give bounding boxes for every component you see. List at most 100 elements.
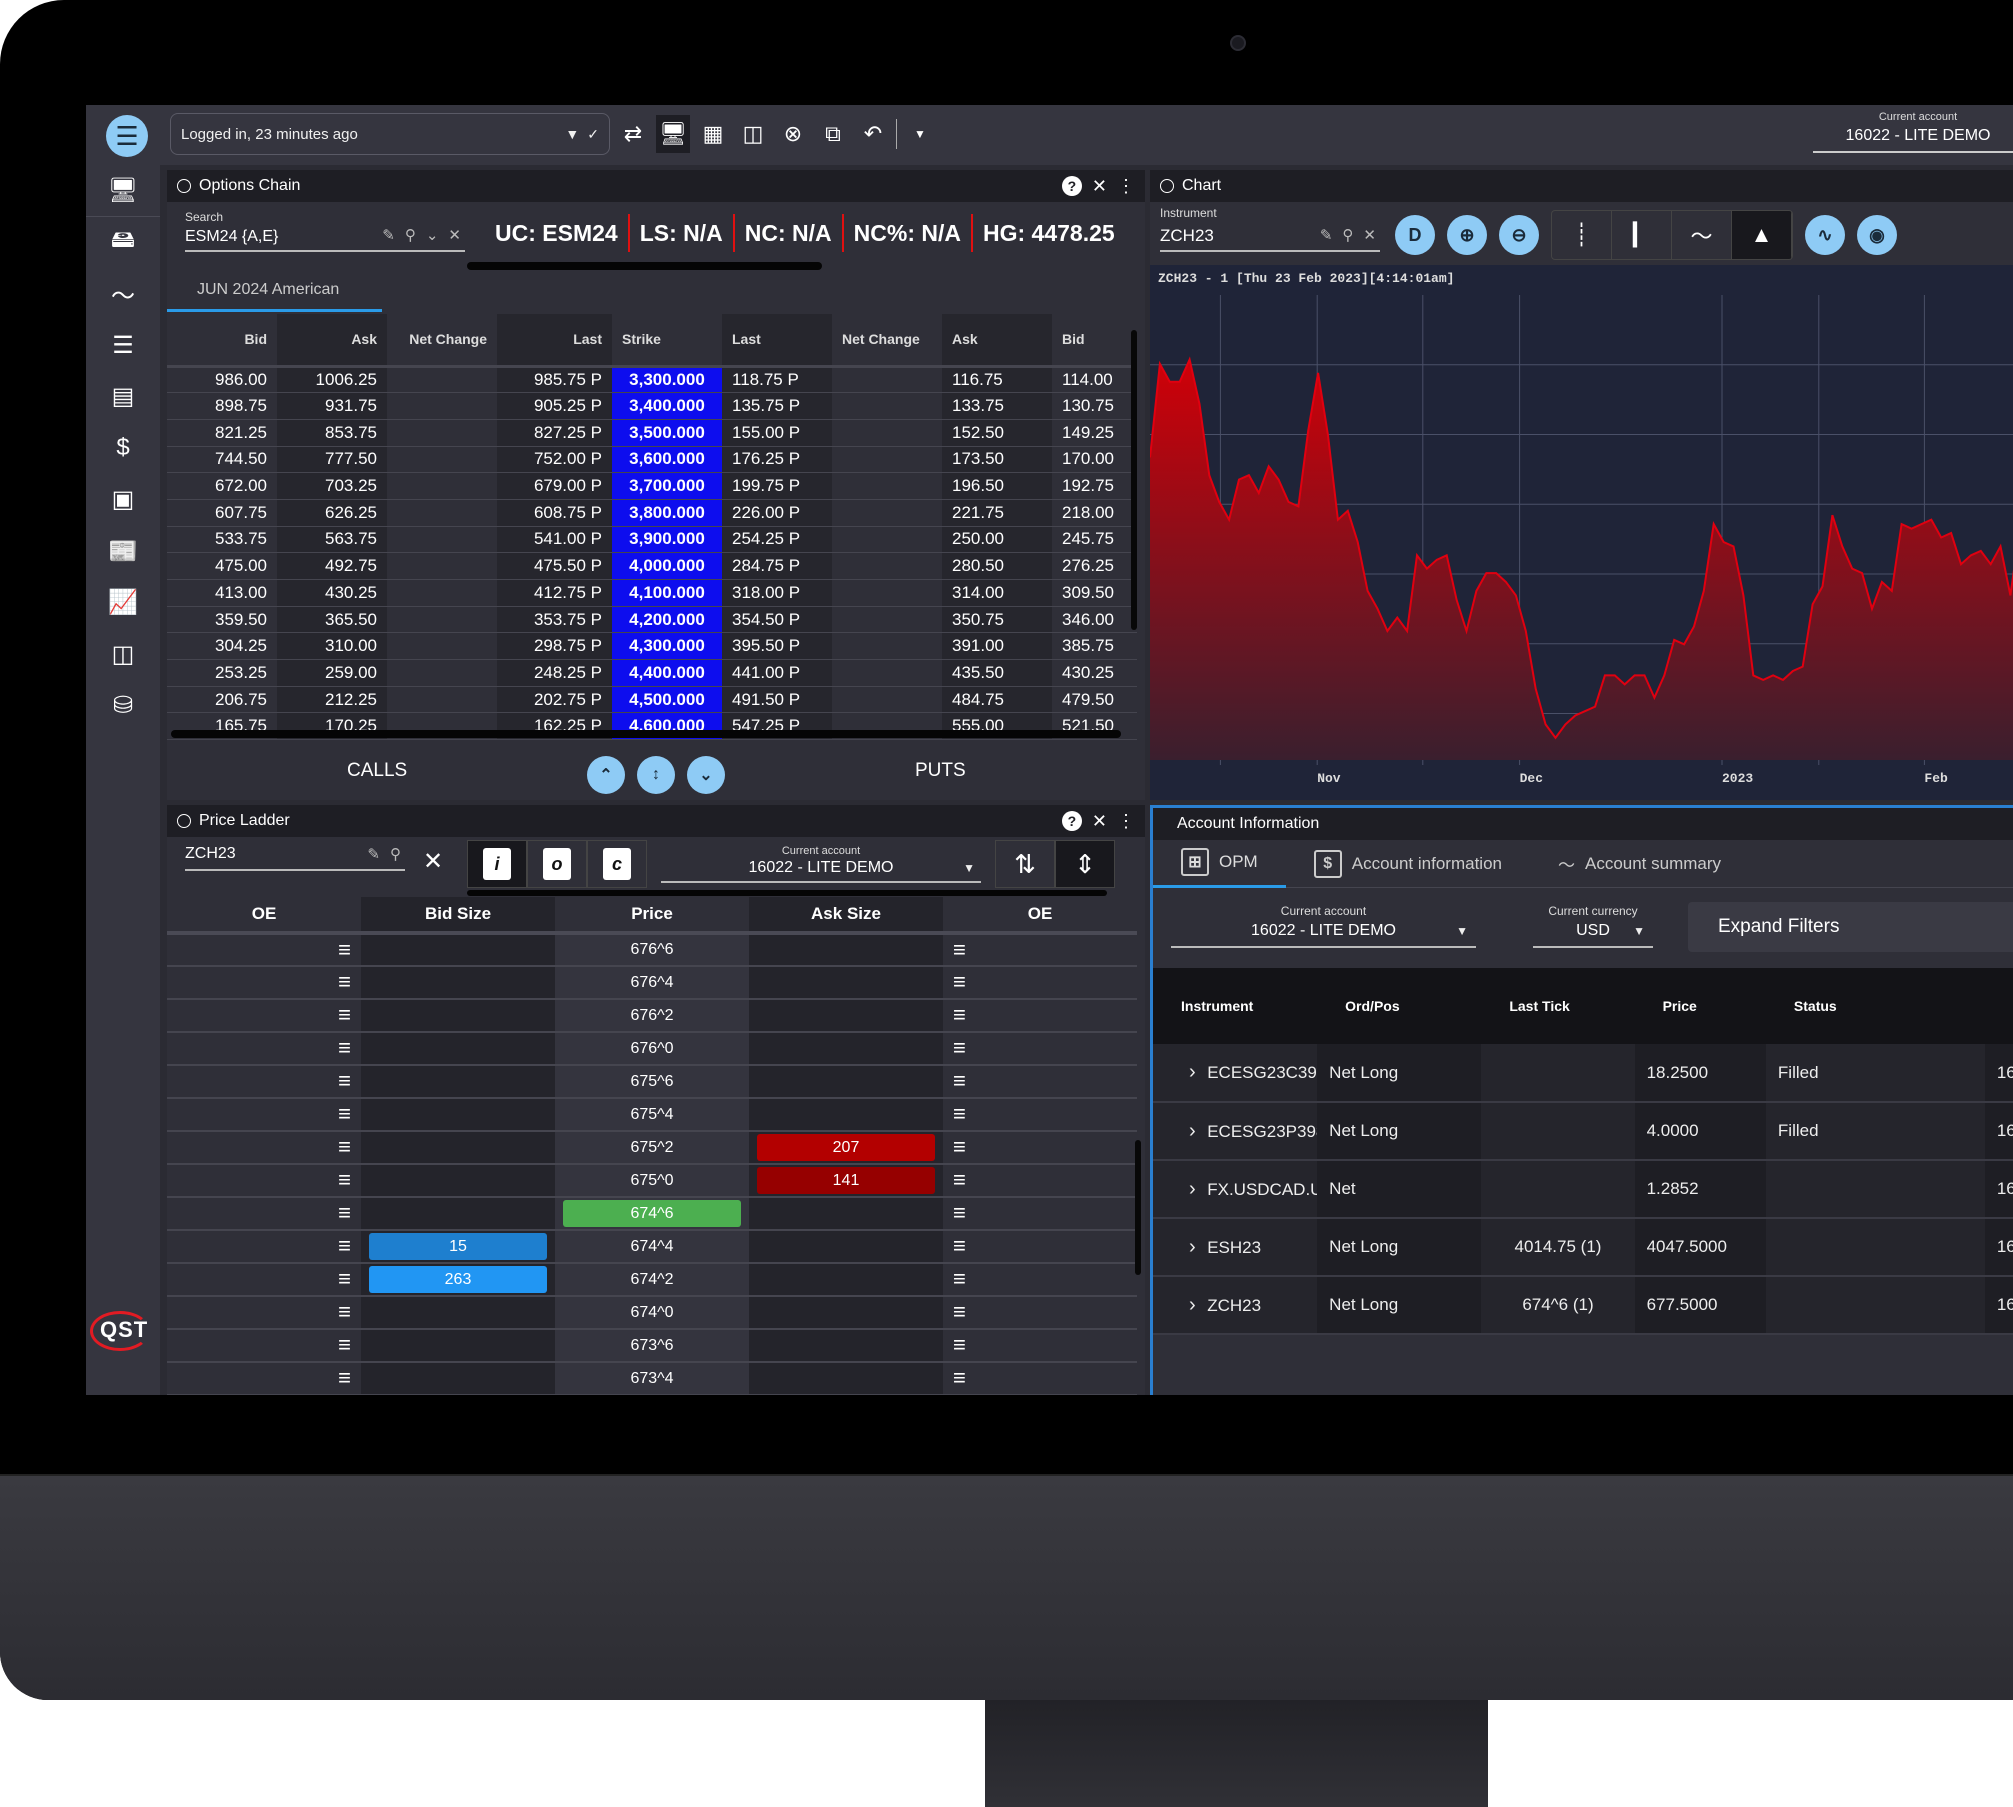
ask-size-cell[interactable]: [749, 1230, 943, 1264]
sidebar-item-chart[interactable]: 〜: [86, 268, 160, 320]
table-cell[interactable]: 905.25 P: [497, 392, 612, 420]
column-header[interactable]: Last: [722, 314, 832, 368]
table-cell[interactable]: [832, 472, 942, 500]
table-cell[interactable]: 346.00: [1052, 606, 1137, 634]
orders-book-button[interactable]: o: [527, 840, 587, 888]
chart-plot-area[interactable]: Nov Dec 2023 Feb ZCH23 - 1 [Thu 23 Feb 2023…: [1150, 265, 2013, 800]
price-cell[interactable]: 676^0: [555, 1032, 749, 1066]
bid-size-cell[interactable]: [361, 1329, 555, 1363]
line-chart-icon[interactable]: 〜: [1672, 211, 1732, 259]
search-icon[interactable]: ⚲: [1342, 226, 1353, 244]
date-icon[interactable]: D: [1395, 215, 1435, 255]
info-book-button[interactable]: i: [467, 840, 527, 888]
table-cell[interactable]: 441.00 P: [722, 659, 832, 687]
menu-icon[interactable]: ≡: [329, 1301, 351, 1323]
table-cell[interactable]: [832, 446, 942, 474]
candlestick-icon[interactable]: ▎: [1612, 211, 1672, 259]
table-row[interactable]: 475.00 492.75 475.50 P 4,000.000 284.75 P 280…: [167, 552, 1137, 580]
order-entry-left[interactable]: ≡: [167, 1131, 361, 1165]
bid-size-chip[interactable]: 263: [369, 1266, 547, 1293]
order-entry-right[interactable]: ≡: [943, 1065, 1137, 1099]
table-cell[interactable]: [387, 526, 497, 554]
main-menu-button[interactable]: ☰: [106, 115, 148, 157]
sidebar-item-network[interactable]: ⛁: [86, 680, 160, 732]
table-cell[interactable]: 350.75: [942, 606, 1052, 634]
column-header[interactable]: Bid: [167, 314, 277, 368]
stats-scrollbar[interactable]: [467, 262, 822, 270]
ask-size-cell[interactable]: [749, 1197, 943, 1231]
menu-icon[interactable]: ≡: [329, 938, 351, 961]
table-cell[interactable]: [832, 632, 942, 661]
sidebar-item-servers[interactable]: ◫: [86, 629, 160, 681]
ask-size-cell[interactable]: [749, 1032, 943, 1066]
menu-icon[interactable]: ≡: [329, 1169, 351, 1191]
edit-icon[interactable]: ✎: [1320, 226, 1333, 244]
table-cell[interactable]: › ECESG23P398: [1153, 1102, 1318, 1161]
menu-icon[interactable]: ≡: [953, 1136, 975, 1158]
price-cell[interactable]: 676^4: [555, 966, 749, 1000]
table-cell[interactable]: 607.75: [167, 499, 277, 527]
last-price-chip[interactable]: 674^6: [563, 1200, 741, 1227]
order-entry-left[interactable]: ≡: [167, 1362, 361, 1395]
table-cell[interactable]: [387, 552, 497, 580]
strike-cell[interactable]: 3,400.000: [612, 392, 722, 420]
checkmark-icon[interactable]: ✓: [587, 126, 599, 143]
menu-icon[interactable]: ≡: [953, 1070, 975, 1092]
table-cell[interactable]: 491.50 P: [722, 686, 832, 714]
table-cell[interactable]: 135.75 P: [722, 392, 832, 420]
ask-size-cell[interactable]: [749, 1329, 943, 1363]
ask-size-cell[interactable]: [749, 1065, 943, 1099]
table-cell[interactable]: 199.75 P: [722, 472, 832, 500]
sidebar-item-ladder[interactable]: ▤: [86, 371, 160, 423]
vertical-scrollbar[interactable]: [1131, 330, 1137, 630]
table-cell[interactable]: 479.50: [1052, 686, 1137, 714]
order-entry-left[interactable]: ≡: [167, 1032, 361, 1066]
bid-size-chip[interactable]: 15: [369, 1233, 547, 1260]
ask-size-chip[interactable]: 141: [757, 1167, 935, 1194]
bid-size-cell[interactable]: [361, 1032, 555, 1066]
table-cell[interactable]: 155.00 P: [722, 419, 832, 447]
table-cell[interactable]: 365.50: [277, 606, 387, 634]
horizontal-scrollbar[interactable]: [171, 730, 1121, 738]
menu-icon[interactable]: ≡: [329, 1334, 351, 1356]
table-row[interactable]: › ECESG23P398Net Long 4.0000Filled160: [1153, 1102, 2013, 1161]
order-entry-right[interactable]: ≡: [943, 933, 1137, 967]
center-button[interactable]: ↕: [637, 756, 675, 794]
tab-account-summary[interactable]: 〜 Account summary: [1530, 840, 1749, 888]
table-cell[interactable]: 284.75 P: [722, 552, 832, 580]
table-cell[interactable]: 276.25: [1052, 552, 1137, 580]
column-header[interactable]: Instrument: [1153, 968, 1318, 1044]
toolbar-scrollbar[interactable]: [467, 890, 1107, 896]
table-cell[interactable]: [387, 686, 497, 714]
search-icon[interactable]: ⚲: [405, 226, 416, 244]
order-entry-right[interactable]: ≡: [943, 1098, 1137, 1132]
table-cell[interactable]: 310.00: [277, 632, 387, 661]
table-cell[interactable]: 359.50: [167, 606, 277, 634]
table-cell[interactable]: [387, 419, 497, 447]
table-cell[interactable]: 133.75: [942, 392, 1052, 420]
menu-icon[interactable]: ≡: [953, 1268, 975, 1290]
table-cell[interactable]: 985.75 P: [497, 366, 612, 394]
table-cell[interactable]: 435.50: [942, 659, 1052, 687]
table-cell[interactable]: 248.25 P: [497, 659, 612, 687]
table-cell[interactable]: 206.75: [167, 686, 277, 714]
table-cell[interactable]: [387, 446, 497, 474]
table-cell[interactable]: 118.75 P: [722, 366, 832, 394]
table-cell[interactable]: 608.75 P: [497, 499, 612, 527]
menu-icon[interactable]: ≡: [953, 1004, 975, 1026]
options-search-input[interactable]: Search ESM24 {A,E} ✎ ⚲ ⌄ ✕: [185, 210, 465, 252]
table-cell[interactable]: 196.50: [942, 472, 1052, 500]
table-cell[interactable]: 152.50: [942, 419, 1052, 447]
order-entry-left[interactable]: ≡: [167, 1296, 361, 1330]
table-cell[interactable]: 245.75: [1052, 526, 1137, 554]
menu-icon[interactable]: ≡: [329, 1235, 351, 1257]
table-cell[interactable]: › ZCH23: [1153, 1276, 1318, 1335]
table-cell[interactable]: [832, 366, 942, 394]
indicators-icon[interactable]: ∿: [1805, 215, 1845, 255]
ask-size-chip[interactable]: 207: [757, 1134, 935, 1161]
strike-cell[interactable]: 4,200.000: [612, 606, 722, 634]
table-cell[interactable]: › ECESG23C397: [1153, 1044, 1318, 1103]
expand-rows-button[interactable]: ⇕: [1055, 840, 1115, 888]
vertical-scrollbar[interactable]: [1135, 1140, 1141, 1275]
order-entry-left[interactable]: ≡: [167, 999, 361, 1033]
